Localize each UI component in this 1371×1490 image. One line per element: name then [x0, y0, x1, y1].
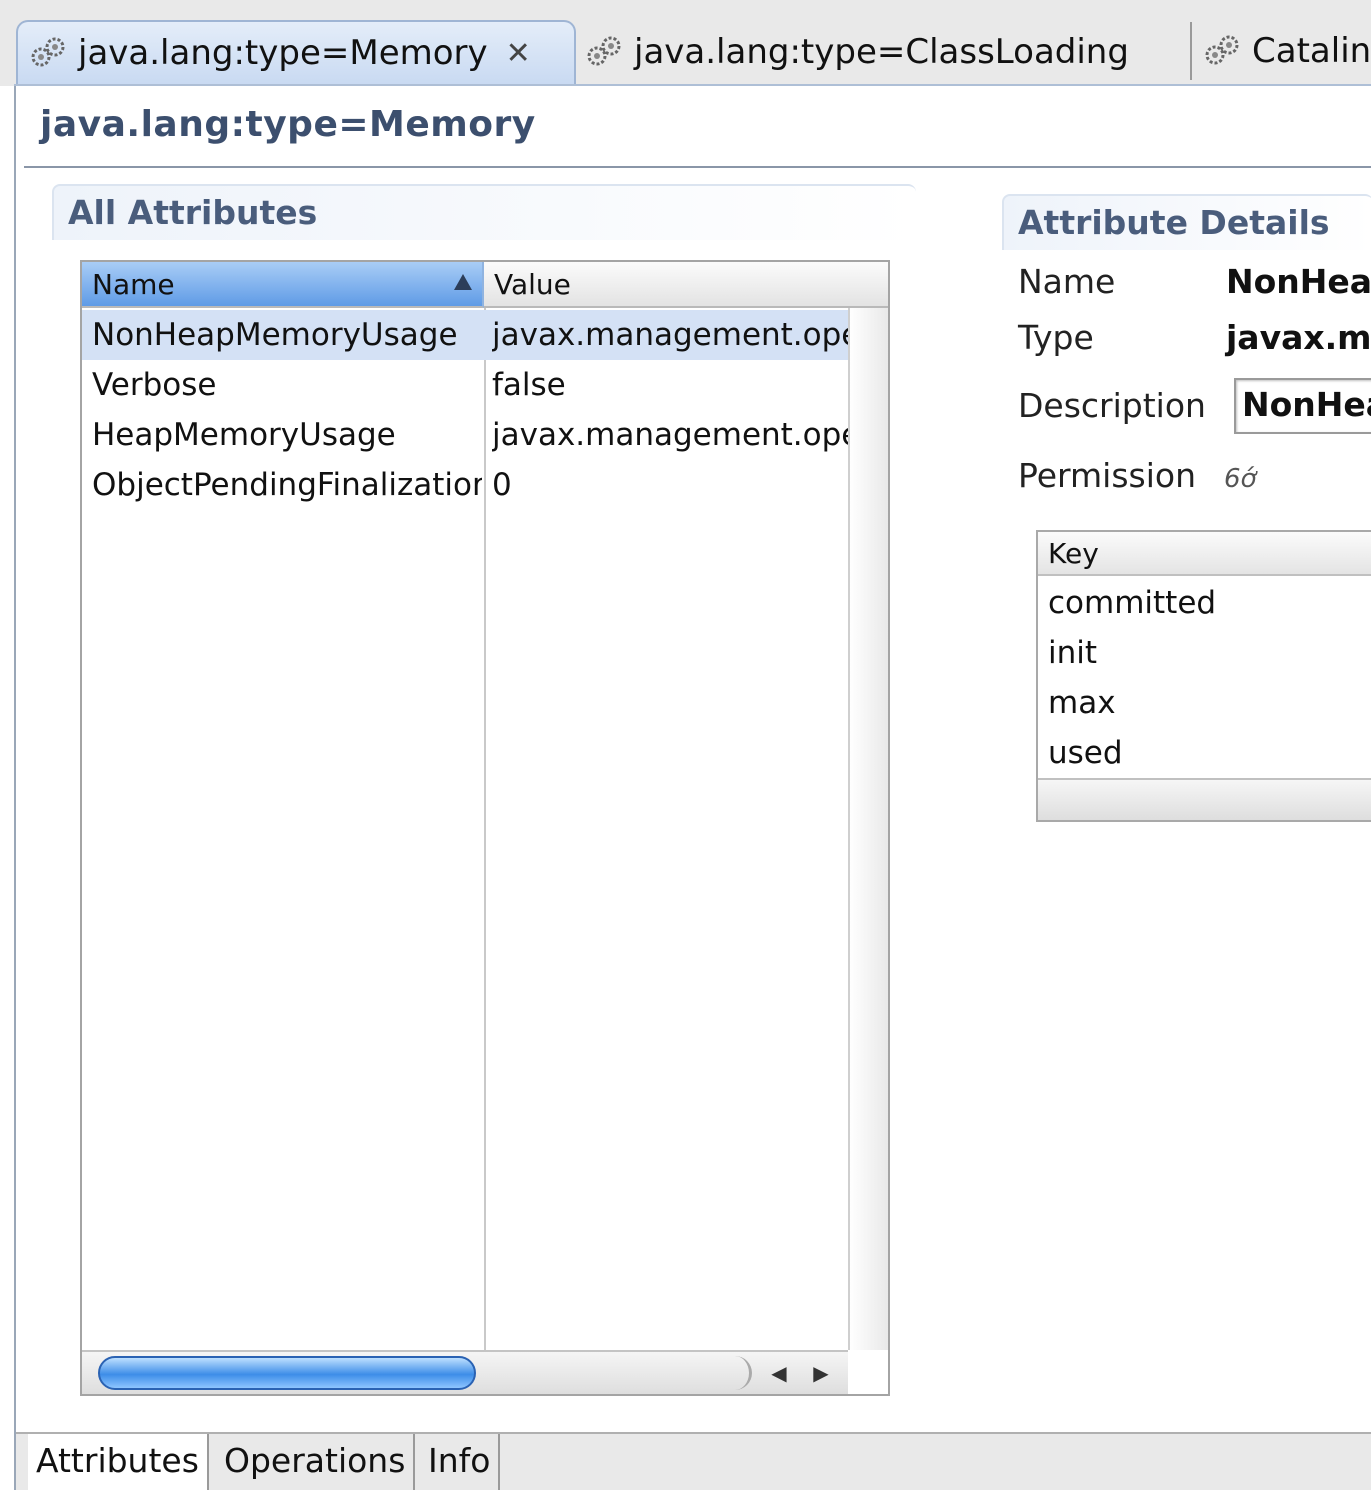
glasses-icon: 6ớ: [1224, 464, 1257, 494]
table-row[interactable]: ObjectPendingFinalizatior 0: [82, 460, 848, 510]
tab-operations[interactable]: Operations: [216, 1434, 416, 1490]
cell-value: 0: [492, 467, 512, 503]
type-label: Type: [1018, 318, 1094, 357]
scrollbar-corner: [848, 1350, 888, 1394]
page-title: java.lang:type=Memory: [40, 104, 536, 145]
attribute-details-header[interactable]: Attribute Details: [1002, 194, 1371, 250]
all-attributes-header[interactable]: All Attributes: [52, 184, 916, 240]
column-header-name[interactable]: Name: [82, 262, 484, 308]
column-label: Name: [92, 268, 175, 301]
page-tab-bar: Attributes Operations Info: [16, 1432, 1371, 1490]
vertical-scrollbar[interactable]: [848, 308, 888, 1352]
cell-value: false: [492, 367, 566, 403]
description-label: Description: [1018, 386, 1206, 425]
sort-ascending-icon: [454, 274, 472, 290]
cell-name: NonHeapMemoryUsage: [92, 317, 458, 353]
editor-tab-strip: java.lang:type=Memory ✕ java.lang:type=C…: [0, 0, 1371, 86]
table-row[interactable]: init: [1048, 628, 1097, 678]
cell-value: javax.management.ope: [492, 317, 848, 353]
scrollbar-track-end: [722, 1356, 752, 1390]
tab-catalina[interactable]: Catalin: [1190, 22, 1371, 80]
tab-label: java.lang:type=Memory: [78, 33, 488, 73]
tab-memory[interactable]: java.lang:type=Memory ✕: [16, 20, 576, 84]
tab-label: java.lang:type=ClassLoading: [634, 32, 1129, 72]
tab-attributes[interactable]: Attributes: [28, 1434, 209, 1490]
gears-icon: [584, 35, 626, 69]
cell-value: javax.management.ope: [492, 417, 848, 453]
description-field[interactable]: NonHea: [1234, 378, 1371, 434]
section-title: Attribute Details: [1018, 203, 1330, 242]
close-icon[interactable]: ✕: [506, 36, 531, 71]
mbean-editor: java.lang:type=Memory All Attributes Nam…: [14, 86, 1371, 1490]
header-divider: [24, 166, 1371, 168]
scroll-right-icon[interactable]: ▶: [804, 1358, 838, 1388]
table-row[interactable]: NonHeapMemoryUsage javax.management.ope: [82, 310, 848, 360]
permission-label: Permission: [1018, 456, 1196, 495]
table-row[interactable]: committed: [1048, 578, 1216, 628]
column-header-key[interactable]: Key: [1038, 532, 1371, 576]
horizontal-scrollbar[interactable]: ◀ ▶: [82, 1350, 848, 1394]
cell-name: ObjectPendingFinalizatior: [92, 467, 482, 503]
name-label: Name: [1018, 262, 1116, 301]
column-label: Value: [494, 268, 571, 301]
column-header-value[interactable]: Value: [484, 262, 888, 308]
table-row[interactable]: Verbose false: [82, 360, 848, 410]
table-row[interactable]: HeapMemoryUsage javax.management.ope: [82, 410, 848, 460]
type-value: javax.ma: [1226, 318, 1371, 357]
tab-info[interactable]: Info: [420, 1434, 501, 1490]
name-value: NonHeap: [1226, 262, 1371, 301]
table-row[interactable]: used: [1048, 728, 1123, 778]
horizontal-scrollbar[interactable]: [1038, 778, 1371, 820]
gears-icon: [1202, 34, 1244, 68]
cell-name: HeapMemoryUsage: [92, 417, 396, 453]
composite-data-table[interactable]: Key committed init max used: [1036, 530, 1371, 822]
gears-icon: [28, 36, 70, 70]
cell-name: Verbose: [92, 367, 217, 403]
scrollbar-thumb[interactable]: [98, 1356, 476, 1390]
section-title: All Attributes: [68, 193, 318, 232]
tab-classloading[interactable]: java.lang:type=ClassLoading: [584, 20, 1129, 84]
tab-label: Catalin: [1252, 31, 1371, 71]
table-row[interactable]: max: [1048, 678, 1116, 728]
attributes-table[interactable]: Name Value NonHeapMemoryUsage javax.mana…: [80, 260, 890, 1396]
scroll-left-icon[interactable]: ◀: [762, 1358, 796, 1388]
